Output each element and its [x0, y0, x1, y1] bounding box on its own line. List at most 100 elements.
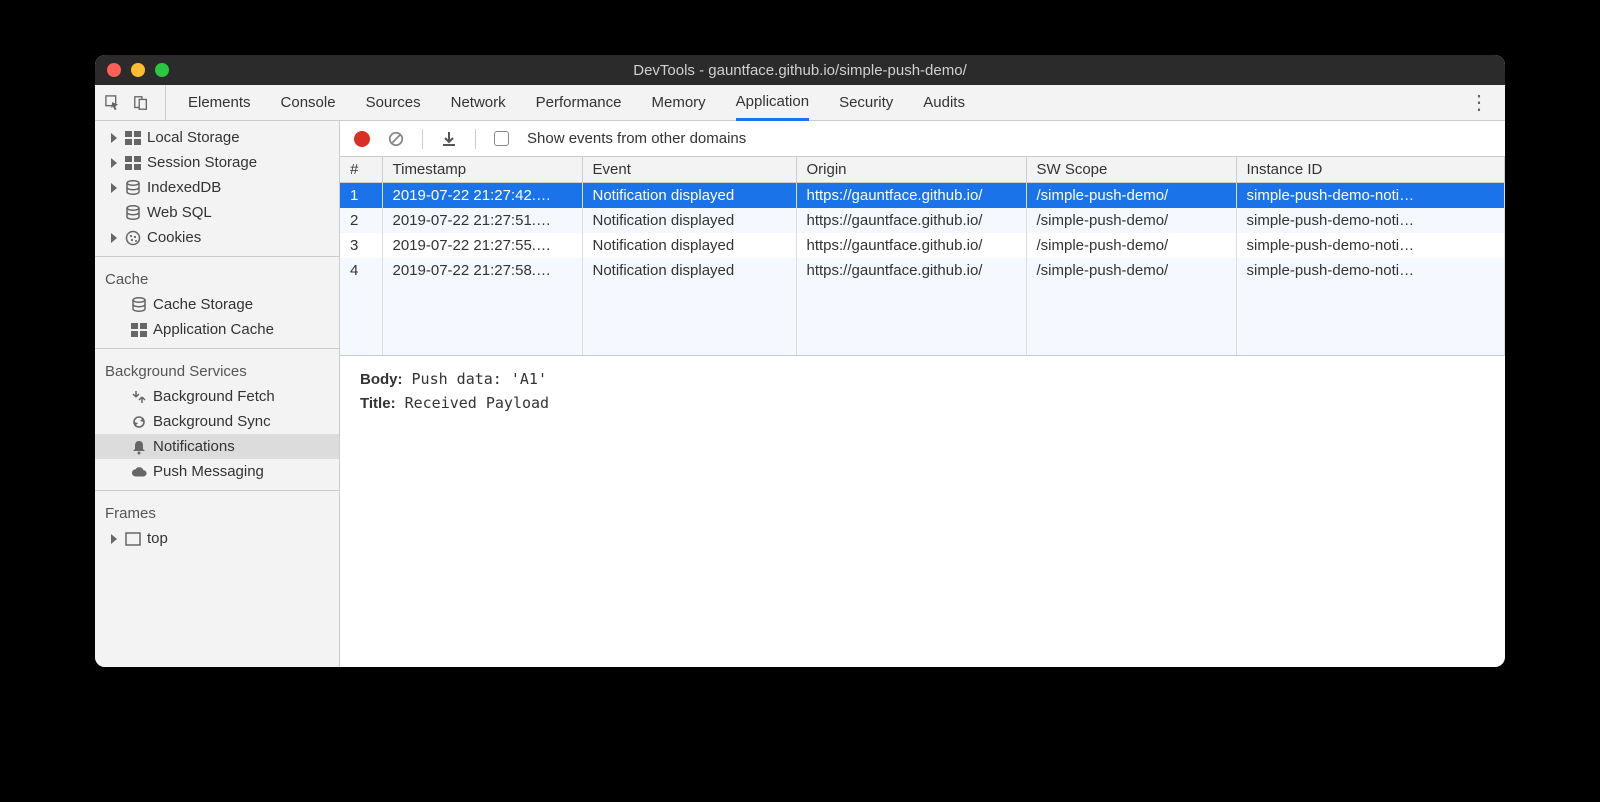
- cell-ev: Notification displayed: [582, 183, 796, 209]
- db-icon: [131, 297, 147, 313]
- table-row[interactable]: 22019-07-22 21:27:51.…Notification displ…: [340, 208, 1505, 233]
- tab-console[interactable]: Console: [281, 85, 336, 120]
- expand-icon[interactable]: [111, 133, 117, 143]
- sync-icon: [131, 414, 147, 430]
- body-label: Body:: [360, 371, 403, 388]
- bell-icon: [131, 439, 147, 455]
- devtools-tabbar: Elements Console Sources Network Performance…: [95, 85, 1505, 121]
- cell-id: simple-push-demo-noti…: [1236, 183, 1505, 209]
- sidebar-item-indexeddb[interactable]: IndexedDB: [95, 175, 339, 200]
- cell-n: 4: [340, 258, 382, 283]
- show-other-domains-checkbox[interactable]: [494, 131, 509, 146]
- sidebar-item-label: Background Fetch: [153, 388, 275, 405]
- cell-sw: /simple-push-demo/: [1026, 183, 1236, 209]
- record-button-icon[interactable]: [354, 131, 370, 147]
- body-value: Push data: 'A1': [412, 370, 547, 388]
- sidebar-item-label: IndexedDB: [147, 179, 221, 196]
- tab-application[interactable]: Application: [736, 86, 809, 121]
- sidebar-item-label: Notifications: [153, 438, 235, 455]
- title-value: Received Payload: [405, 394, 550, 412]
- cell-ev: Notification displayed: [582, 233, 796, 258]
- cell-ts: 2019-07-22 21:27:58.…: [382, 258, 582, 283]
- sidebar: Local Storage Session Storage IndexedDB Web…: [95, 121, 340, 667]
- cell-n: 2: [340, 208, 382, 233]
- col-header-event[interactable]: Event: [582, 157, 796, 183]
- tab-elements[interactable]: Elements: [188, 85, 251, 120]
- cookie-icon: [125, 230, 141, 246]
- kebab-menu-icon[interactable]: ⋮: [1463, 90, 1495, 115]
- events-table: #TimestampEventOriginSW ScopeInstance ID…: [340, 157, 1505, 356]
- col-header-instance-id[interactable]: Instance ID: [1236, 157, 1505, 183]
- sidebar-item-background-sync[interactable]: Background Sync: [95, 409, 339, 434]
- download-icon[interactable]: [441, 131, 457, 147]
- device-icon[interactable]: [133, 95, 149, 111]
- cell-n: 1: [340, 183, 382, 209]
- window-title: DevTools - gauntface.github.io/simple-pu…: [95, 62, 1505, 79]
- cell-ev: Notification displayed: [582, 258, 796, 283]
- cell-n: 3: [340, 233, 382, 258]
- titlebar: DevTools - gauntface.github.io/simple-pu…: [95, 55, 1505, 85]
- tab-security[interactable]: Security: [839, 85, 893, 120]
- cell-or: https://gauntface.github.io/: [796, 208, 1026, 233]
- sidebar-item-notifications[interactable]: Notifications: [95, 434, 339, 459]
- cell-or: https://gauntface.github.io/: [796, 183, 1026, 209]
- clear-icon[interactable]: [388, 131, 404, 147]
- table-row[interactable]: 32019-07-22 21:27:55.…Notification displ…: [340, 233, 1505, 258]
- cell-or: https://gauntface.github.io/: [796, 233, 1026, 258]
- toolbar: Show events from other domains: [340, 121, 1505, 157]
- sidebar-item-web-sql[interactable]: Web SQL: [95, 200, 339, 225]
- cell-or: https://gauntface.github.io/: [796, 258, 1026, 283]
- sidebar-item-label: Push Messaging: [153, 463, 264, 480]
- cell-id: simple-push-demo-noti…: [1236, 258, 1505, 283]
- sidebar-item-label: Background Sync: [153, 413, 271, 430]
- col-header-timestamp[interactable]: Timestamp: [382, 157, 582, 183]
- col-header-sw-scope[interactable]: SW Scope: [1026, 157, 1236, 183]
- cell-ev: Notification displayed: [582, 208, 796, 233]
- sidebar-item-push-messaging[interactable]: Push Messaging: [95, 459, 339, 484]
- expand-icon[interactable]: [111, 534, 117, 544]
- sidebar-item-session-storage[interactable]: Session Storage: [95, 150, 339, 175]
- tab-sources[interactable]: Sources: [366, 85, 421, 120]
- sidebar-item-label: Session Storage: [147, 154, 257, 171]
- cell-sw: /simple-push-demo/: [1026, 208, 1236, 233]
- expand-icon[interactable]: [111, 233, 117, 243]
- sidebar-item-label: Web SQL: [147, 204, 212, 221]
- fetch-icon: [131, 389, 147, 405]
- frame-icon: [125, 531, 141, 547]
- cell-sw: /simple-push-demo/: [1026, 233, 1236, 258]
- sidebar-item-application-cache[interactable]: Application Cache: [95, 317, 339, 342]
- table-row[interactable]: 12019-07-22 21:27:42.…Notification displ…: [340, 183, 1505, 209]
- db-icon: [125, 205, 141, 221]
- sidebar-item-background-fetch[interactable]: Background Fetch: [95, 384, 339, 409]
- show-other-domains-label: Show events from other domains: [527, 130, 746, 147]
- db-icon: [125, 180, 141, 196]
- main-panel: Show events from other domains #Timestam…: [340, 121, 1505, 667]
- cell-id: simple-push-demo-noti…: [1236, 233, 1505, 258]
- sidebar-item-label: Cache Storage: [153, 296, 253, 313]
- expand-icon[interactable]: [111, 158, 117, 168]
- devtools-window: DevTools - gauntface.github.io/simple-pu…: [95, 55, 1505, 667]
- tab-performance[interactable]: Performance: [536, 85, 622, 120]
- expand-icon[interactable]: [111, 183, 117, 193]
- sidebar-item-label: top: [147, 530, 168, 547]
- col-header--[interactable]: #: [340, 157, 382, 183]
- sidebar-section-frames: Frames: [95, 497, 339, 526]
- sidebar-item-cookies[interactable]: Cookies: [95, 225, 339, 250]
- cell-id: simple-push-demo-noti…: [1236, 208, 1505, 233]
- table-row[interactable]: 42019-07-22 21:27:58.…Notification displ…: [340, 258, 1505, 283]
- sidebar-item-label: Cookies: [147, 229, 201, 246]
- sidebar-item-cache-storage[interactable]: Cache Storage: [95, 292, 339, 317]
- col-header-origin[interactable]: Origin: [796, 157, 1026, 183]
- tab-network[interactable]: Network: [451, 85, 506, 120]
- sidebar-item-top[interactable]: top: [95, 526, 339, 551]
- sidebar-section-cache: Cache: [95, 263, 339, 292]
- cell-sw: /simple-push-demo/: [1026, 258, 1236, 283]
- grid-icon: [125, 130, 141, 146]
- inspect-icon[interactable]: [105, 95, 121, 111]
- cell-ts: 2019-07-22 21:27:42.…: [382, 183, 582, 209]
- sidebar-item-local-storage[interactable]: Local Storage: [95, 125, 339, 150]
- tab-audits[interactable]: Audits: [923, 85, 965, 120]
- sidebar-item-label: Local Storage: [147, 129, 240, 146]
- tab-memory[interactable]: Memory: [652, 85, 706, 120]
- title-label: Title:: [360, 395, 396, 412]
